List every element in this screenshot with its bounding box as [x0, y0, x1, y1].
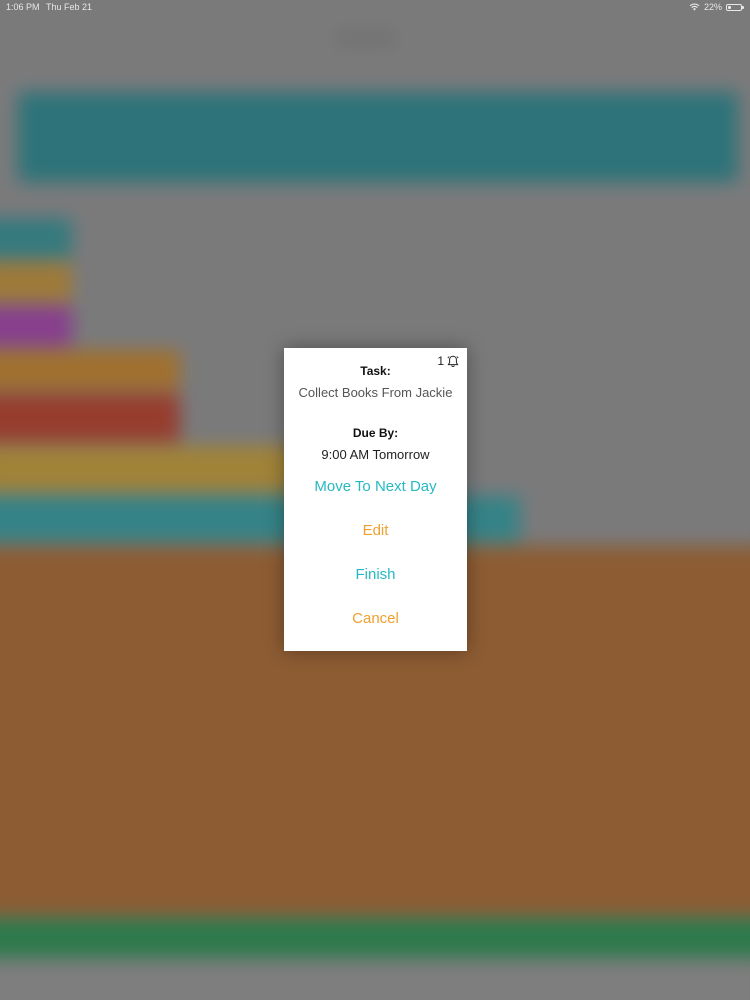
wifi-icon — [689, 3, 700, 11]
edit-button[interactable]: Edit — [284, 522, 467, 539]
task-label: Task: — [360, 364, 391, 378]
battery-icon — [726, 3, 744, 11]
due-value: 9:00 AM Tomorrow — [321, 447, 430, 462]
finish-button[interactable]: Finish — [284, 566, 467, 583]
screen: 1:06 PM Thu Feb 21 22% 1 Task: Collect B — [0, 0, 750, 1000]
status-right: 22% — [689, 2, 744, 12]
status-bar: 1:06 PM Thu Feb 21 22% — [0, 0, 750, 16]
status-time: 1:06 PM — [6, 2, 40, 12]
task-dialog: 1 Task: Collect Books From Jackie Due By… — [284, 348, 467, 651]
task-value: Collect Books From Jackie — [298, 385, 453, 400]
move-to-next-day-button[interactable]: Move To Next Day — [284, 478, 467, 495]
battery-percent: 22% — [703, 2, 722, 12]
due-label: Due By: — [352, 426, 399, 440]
battery-fill — [728, 5, 731, 9]
cancel-button[interactable]: Cancel — [284, 610, 467, 627]
status-date: Thu Feb 21 — [46, 2, 93, 12]
